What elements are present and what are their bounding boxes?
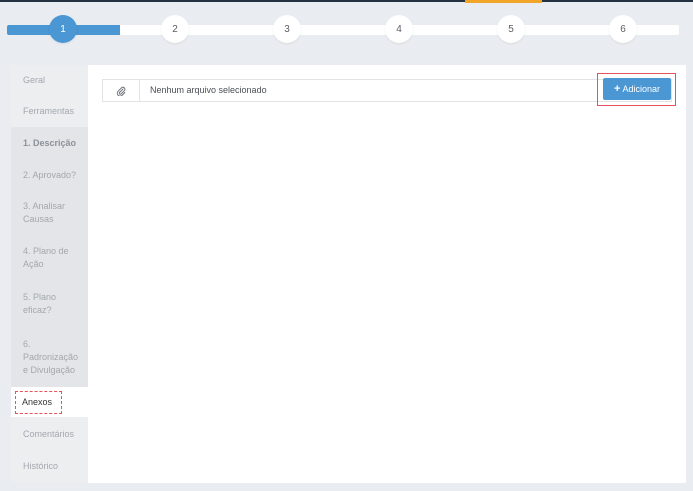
sidebar-item-ferramentas[interactable]: Ferramentas — [11, 95, 88, 127]
sidebar-item-label: Geral — [23, 74, 46, 85]
sidebar-item-plano-eficaz[interactable]: 5. Plano eficaz? — [11, 281, 88, 327]
add-button[interactable]: + Adicionar — [603, 78, 671, 100]
sidebar-item-padronizacao[interactable]: 6. Padronização e Divulgação — [11, 327, 88, 387]
sidebar-item-label: 6. Padronização e Divulgação — [23, 338, 79, 375]
sidebar-item-label: 2. Aprovado? — [23, 169, 77, 180]
sidebar-item-label: Ferramentas — [23, 105, 75, 116]
step-1[interactable]: 1 — [49, 15, 77, 43]
plus-icon: + — [614, 83, 621, 95]
step-4[interactable]: 4 — [385, 15, 413, 43]
sidebar-item-historico[interactable]: Histórico — [11, 451, 88, 482]
progress-stepper: 1 2 3 4 5 6 — [0, 3, 693, 51]
sidebar-item-label: Comentários — [23, 428, 75, 439]
file-input[interactable]: Nenhum arquivo selecionado — [102, 79, 672, 102]
sidebar-item-aprovado[interactable]: 2. Aprovado? — [11, 159, 88, 191]
sidebar: Geral Ferramentas 1. Descrição 2. Aprova… — [11, 65, 88, 482]
sidebar-item-label: 4. Plano de Ação — [23, 246, 69, 269]
sidebar-item-label: 5. Plano eficaz? — [23, 292, 57, 315]
paperclip-icon — [103, 80, 140, 101]
sidebar-item-label: Histórico — [23, 461, 59, 471]
sidebar-item-geral[interactable]: Geral — [11, 65, 88, 95]
sidebar-item-label: 1. Descrição — [23, 137, 77, 148]
step-3[interactable]: 3 — [273, 15, 301, 43]
sidebar-item-anexos[interactable]: Anexos — [11, 387, 88, 417]
sidebar-item-analisar-causas[interactable]: 3. Analisar Causas — [11, 191, 88, 235]
sidebar-item-label: Anexos — [15, 390, 63, 414]
add-button-label: Adicionar — [622, 84, 660, 94]
sidebar-item-comentarios[interactable]: Comentários — [11, 417, 88, 451]
step-5[interactable]: 5 — [497, 15, 525, 43]
step-2[interactable]: 2 — [161, 15, 189, 43]
step-6[interactable]: 6 — [609, 15, 637, 43]
top-bar — [0, 0, 693, 2]
sidebar-item-label: 3. Analisar Causas — [23, 201, 66, 224]
main-content: Nenhum arquivo selecionado — [88, 65, 686, 483]
file-input-status: Nenhum arquivo selecionado — [150, 85, 267, 95]
sidebar-item-descricao[interactable]: 1. Descrição — [11, 127, 88, 159]
sidebar-item-plano-de-acao[interactable]: 4. Plano de Ação — [11, 235, 88, 281]
